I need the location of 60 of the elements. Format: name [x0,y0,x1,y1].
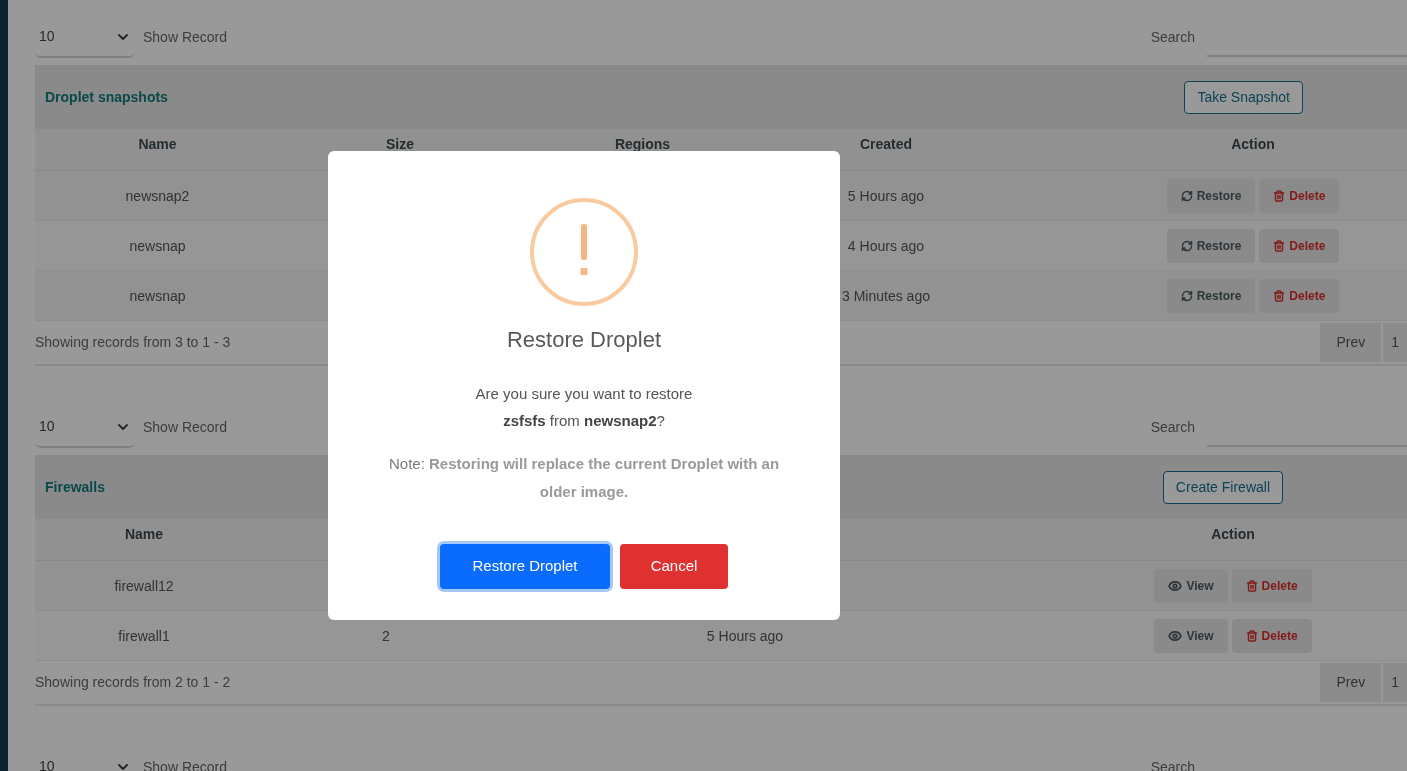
table-cell: 3 Minutes ago [842,287,930,304]
restore-button[interactable]: Restore [1166,178,1256,213]
column-header: Action [1231,136,1275,152]
trash-icon [1273,289,1286,302]
view-button[interactable]: View [1154,568,1228,603]
column-header: Name [124,526,164,542]
table-cell: 4 Hours ago [847,237,925,254]
trash-icon [1245,629,1258,642]
restore-button[interactable]: Restore [1166,278,1256,313]
column-header: Regions [614,136,671,152]
page-button[interactable]: 1 [1383,663,1407,702]
page-size-select[interactable]: 10 [35,747,135,771]
prev-button[interactable]: Prev [1320,323,1382,362]
delete-button[interactable]: Delete [1231,568,1312,603]
cancel-button[interactable]: Cancel [620,544,728,589]
eye-icon [1168,628,1183,643]
table-title: Firewalls [45,477,105,497]
page-button[interactable]: 1 [1383,323,1407,362]
delete-button[interactable]: Delete [1231,618,1312,653]
table-cell: firewall1 [118,627,170,644]
table-title: Droplet snapshots [45,87,168,107]
take-snapshot-button[interactable]: Take Snapshot [1184,80,1303,114]
refresh-icon [1180,289,1193,302]
dialog-title: Restore Droplet [506,326,662,354]
trash-icon [1273,239,1286,252]
show-record-label: Show Record [143,28,228,47]
restore-button[interactable]: Restore [1166,228,1256,263]
eye-icon [1168,578,1183,593]
column-header: Size [386,136,414,152]
search-label: Search [1150,28,1195,47]
trash-icon [1273,189,1286,202]
page-size-select[interactable]: 10 [35,17,135,58]
view-button[interactable]: View [1154,618,1228,653]
refresh-icon [1180,239,1193,252]
dialog-note: Note: Restoring will replace the current Droplet with an older image. [387,454,781,502]
table-cell: newsnap [129,287,186,304]
dialog-message: Are you sure you want to restore zsfsfs from newsnap2? [474,384,694,431]
column-header: Name [138,136,177,152]
refresh-icon [1180,189,1193,202]
show-record-label: Show Record [143,418,228,437]
table-cell: firewall12 [114,577,174,594]
records-summary: Showing records from 3 to 1 - 3 [35,333,231,352]
create-firewall-button[interactable]: Create Firewall [1162,470,1283,504]
table-cell: newsnap [129,237,186,254]
delete-button[interactable]: Delete [1259,278,1340,313]
delete-button[interactable]: Delete [1259,228,1340,263]
column-header: Action [1211,526,1255,542]
delete-button[interactable]: Delete [1259,178,1340,213]
search-label: Search [1150,418,1195,437]
table-cell: newsnap2 [125,187,190,204]
confirm-button[interactable]: Restore Droplet [440,544,610,589]
warning-icon [529,197,639,307]
records-summary: Showing records from 2 to 1 - 2 [35,673,231,692]
table-cell: 5 Hours ago [706,627,784,644]
trash-icon [1245,579,1258,592]
table-cell: 2 [382,627,390,644]
column-header: Created [859,136,913,152]
prev-button[interactable]: Prev [1320,663,1382,702]
table-cell: 5 Hours ago [847,187,925,204]
page-size-select[interactable]: 10 [35,407,135,448]
